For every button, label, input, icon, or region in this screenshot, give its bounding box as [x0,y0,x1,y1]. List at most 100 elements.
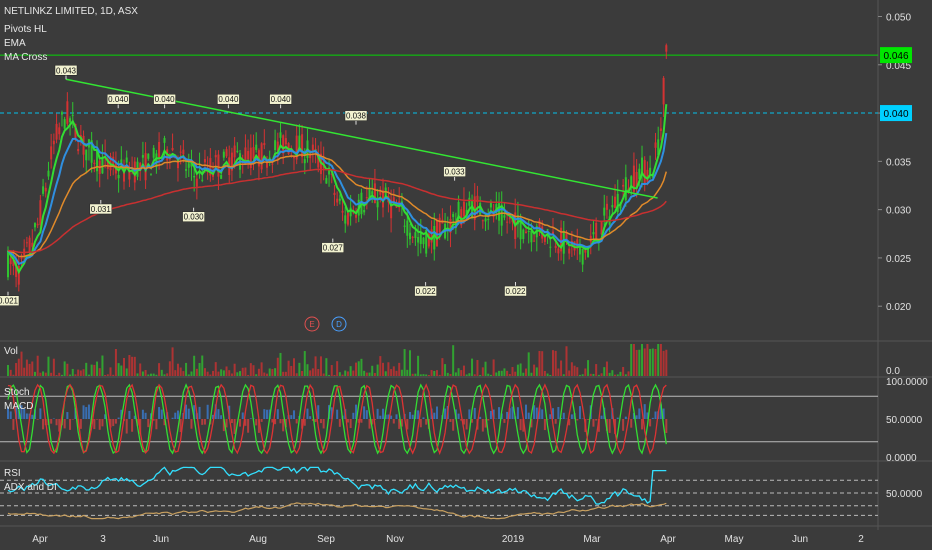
volume-bar [25,359,28,376]
macd-histogram-bar [543,419,546,431]
macd-histogram-bar [50,419,53,424]
volume-bar [643,348,646,376]
rsi-axis-label: 50.0000 [886,489,923,500]
macd-histogram-bar [408,411,411,419]
volume-bar [646,344,649,376]
candle-body [430,229,433,243]
volume-bar [433,370,436,376]
macd-histogram-bar [600,415,603,419]
macd-histogram-bar [63,419,66,429]
macd-histogram-bar [96,419,99,420]
indicator-pivots-hl[interactable]: Pivots HL [4,24,47,35]
volume-bar [125,368,128,376]
volume-bar [141,371,144,376]
candle-body [77,148,80,152]
macd-histogram-bar [363,406,366,419]
macd-histogram-bar [608,419,611,433]
volume-bar [344,370,347,376]
candle-body [527,230,530,232]
volume-bar [630,344,633,376]
volume-bar [295,373,298,376]
macd-histogram-bar [651,417,654,419]
candle-body [355,214,358,218]
candle-body [614,196,617,208]
macd-histogram-bar [452,419,455,431]
macd-histogram-bar [649,419,652,427]
volume-bar [282,371,285,376]
macd-histogram-bar [379,415,382,419]
macd-histogram-bar [309,416,312,419]
candle-body [417,237,420,243]
volume-bar [346,371,349,376]
macd-histogram-bar [433,412,436,419]
volume-bar [144,370,147,376]
volume-bar [317,369,320,376]
volume-bar [608,372,611,376]
macd-histogram-bar [592,419,595,427]
volume-bar [441,358,444,376]
macd-histogram-bar [616,417,619,419]
macd-histogram-bar [382,408,385,419]
volume-bar [514,371,517,376]
candle-body [605,203,608,210]
candle-body [266,162,269,168]
candle-body [662,77,665,105]
candle-body [336,198,339,203]
volume-bar [139,363,142,376]
volume-bar [123,357,126,376]
macd-histogram-bar [249,418,252,419]
volume-bar [657,344,660,376]
candle-body [333,192,336,195]
indicator-ema[interactable]: EMA [4,38,26,49]
indicator-ma-cross[interactable]: MA Cross [4,52,47,63]
price-badge-text: 0.040 [883,109,908,120]
volume-bar [298,362,301,376]
chart-canvas[interactable]: 0.0500.0450.0400.0350.0300.0250.0200.046… [0,0,932,550]
candle-body [484,218,487,222]
candle-body [60,112,63,115]
pivot-label-text: 0.038 [346,112,367,121]
volume-bar [635,349,638,376]
volume-bar [239,371,242,376]
macd-histogram-bar [346,419,349,423]
time-axis-label: Jun [792,534,808,545]
time-axis-label: 3 [100,534,106,545]
volume-bar [195,368,198,376]
candle-body [554,245,557,249]
candle-body [403,225,406,227]
candle-body [557,248,560,254]
volume-bar [352,370,355,376]
macd-histogram-bar [578,406,581,419]
volume-bar [171,347,174,376]
volume-bar [419,374,422,376]
volume-bar [328,374,331,376]
volume-bar [408,350,411,376]
candle-body [481,220,484,222]
volume-bar [462,365,465,376]
stoch-axis-label: 0.0000 [886,453,917,464]
volume-bar [411,373,414,376]
volume-panel-title: Vol [4,346,18,357]
time-axis-label: Apr [660,534,676,545]
candle-body [220,175,223,179]
volume-bar [403,349,406,376]
candle-body [303,159,306,164]
volume-bar [271,369,274,376]
volume-bar [341,374,344,376]
volume-bar [414,373,417,376]
volume-bar [336,361,339,376]
candle-body [279,132,282,138]
volume-bar [179,367,182,376]
volume-bar [230,373,233,376]
candle-body [301,134,304,158]
volume-bar [330,365,333,376]
volume-bar [373,372,376,376]
volume-bar [77,369,80,376]
time-axis-label: Mar [583,534,601,545]
volume-bar [603,367,606,376]
volume-bar [578,374,581,376]
candle-body [260,143,263,170]
volume-bar [50,372,53,376]
volume-bar [190,371,193,376]
stoch-axis-label: 50.0000 [886,415,923,426]
